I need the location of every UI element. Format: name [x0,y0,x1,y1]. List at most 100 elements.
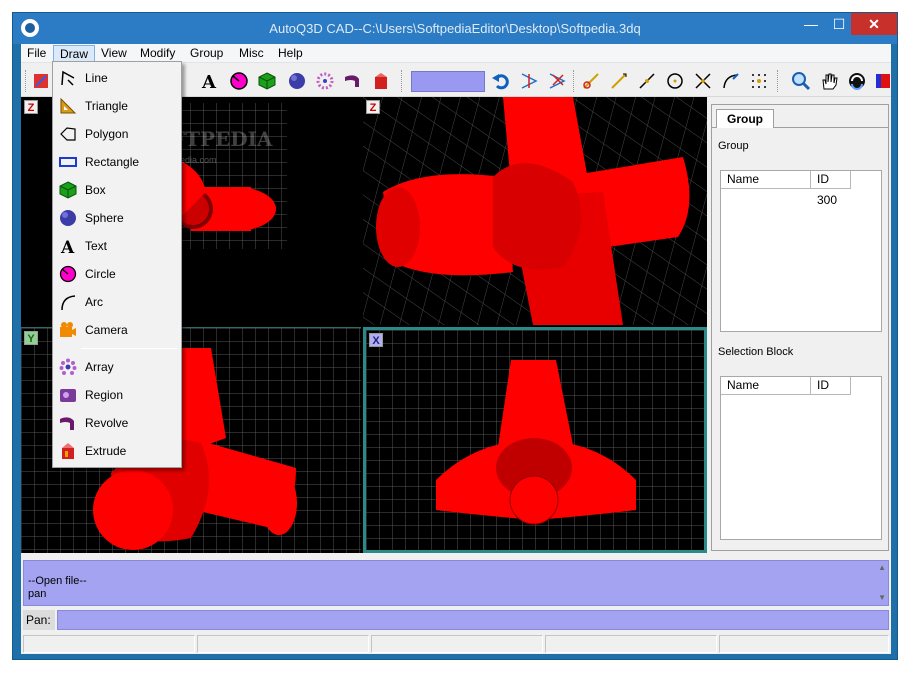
viewport-bottom-right[interactable]: X [363,327,707,553]
line-icon [61,70,75,86]
console-line: --Open file-- [28,575,87,587]
menu-item-label: Sphere [85,211,124,225]
toolbar-revolve-icon[interactable] [343,71,363,91]
menu-item-region[interactable]: Region [53,382,181,408]
status-bar [21,634,891,654]
menu-item-label: Circle [85,267,116,281]
menu-item-revolve[interactable]: Revolve [53,410,181,436]
rectangle-icon [59,157,77,167]
group-list[interactable]: Name ID 300 [720,170,882,332]
snap-tangent-icon[interactable] [721,71,741,91]
snap-midpoint-icon[interactable] [637,71,657,91]
menu-item-circle[interactable]: Circle [53,261,181,287]
snap-center-icon[interactable] [665,71,685,91]
command-bar: Pan: [23,610,889,630]
toolbar-box-icon[interactable] [257,71,277,91]
group-tab-body: Group Name ID 300 Selection Block Name I… [712,127,888,550]
new-file-icon[interactable] [31,71,51,91]
viewport-side-canvas [366,330,704,550]
menu-item-rectangle[interactable]: Rectangle [53,149,181,175]
menu-group[interactable]: Group [184,45,229,62]
group-col-id[interactable]: ID [811,171,851,189]
snap-intersection-icon[interactable] [693,71,713,91]
menu-draw[interactable]: Draw [53,45,96,62]
toolbar-array-icon[interactable] [315,71,335,91]
console-line: pan [28,588,47,600]
menu-modify[interactable]: Modify [134,45,181,62]
group-row-id[interactable]: 300 [817,193,837,207]
window-title: AutoQ3D CAD--C:\Users\SoftpediaEditor\De… [269,21,641,36]
menu-view[interactable]: View [95,45,133,62]
group-col-name[interactable]: Name [721,171,811,189]
menu-item-array[interactable]: Array [53,354,181,380]
snap-grid-icon[interactable] [749,71,769,91]
status-cell [371,635,543,653]
menu-item-label: Revolve [85,416,129,430]
toolbar-separator [573,70,576,92]
extrude-icon [62,443,74,459]
menu-item-label: Arc [85,295,103,309]
menu-item-label: Rectangle [85,155,140,169]
console-output[interactable]: --Open file-- pan ▲ ▼ [23,560,889,606]
menu-item-polygon[interactable]: Polygon [53,121,181,147]
pan-hand-icon[interactable] [819,71,839,91]
menu-item-camera[interactable]: Camera [53,317,181,343]
menu-item-label: Line [85,71,108,85]
mirror-copy-icon[interactable] [547,71,567,91]
status-cell [545,635,717,653]
selection-list[interactable]: Name ID [720,376,882,540]
undo-icon[interactable] [491,71,511,91]
minimize-button[interactable]: — [797,13,825,35]
scroll-up-icon[interactable]: ▲ [878,563,886,572]
color-picker[interactable] [411,71,485,92]
polygon-icon [60,127,76,141]
viewport-top-right[interactable]: Z [363,97,707,325]
title-bar[interactable]: AutoQ3D CAD--C:\Users\SoftpediaEditor\De… [13,13,897,44]
menu-misc[interactable]: Misc [233,45,270,62]
svg-text:A: A [201,72,217,91]
menu-item-arc[interactable]: Arc [53,289,181,315]
toolbar-sphere-icon[interactable] [287,71,307,91]
menu-item-line[interactable]: Line [53,65,181,91]
maximize-button[interactable]: ☐ [825,13,853,35]
viewport-axis-tag: X [369,333,383,347]
snap-line-icon[interactable] [609,71,629,91]
selection-block-label: Selection Block [718,346,794,358]
zoom-icon[interactable] [791,71,811,91]
scroll-down-icon[interactable]: ▼ [878,593,886,602]
snap-endpoint-icon[interactable] [581,71,601,91]
text-icon: A [60,238,75,255]
menu-item-triangle[interactable]: Triangle [53,93,181,119]
menu-item-label: Box [85,183,106,197]
circle-icon [59,265,77,283]
menu-help[interactable]: Help [272,45,309,62]
menu-file[interactable]: File [21,45,52,62]
render-icon[interactable] [873,71,893,91]
command-input[interactable] [57,610,889,630]
array-icon [59,358,77,375]
menu-item-label: Camera [85,323,128,337]
menu-item-sphere[interactable]: Sphere [53,205,181,231]
group-label: Group [718,140,749,152]
status-cell [719,635,889,653]
tab-group[interactable]: Group [716,109,774,128]
rotate-view-icon[interactable] [847,71,867,91]
toolbar-text-icon[interactable]: A [199,71,219,91]
svg-text:A: A [60,238,75,255]
menu-item-label: Array [85,360,114,374]
menu-item-box[interactable]: Box [53,177,181,203]
menu-item-label: Extrude [85,444,127,458]
selection-col-name[interactable]: Name [721,377,811,395]
selection-col-id[interactable]: ID [811,377,851,395]
menu-item-text[interactable]: A Text [53,233,181,259]
status-cell [23,635,195,653]
menu-item-label: Text [85,239,108,253]
toolbar-circle-icon[interactable] [229,71,249,91]
toolbar-extrude-icon[interactable] [371,71,391,91]
menu-item-extrude[interactable]: Extrude [53,438,181,464]
revolve-icon [60,417,74,430]
arc-icon [61,295,76,311]
group-panel: Group Name ID 300 Selection Block Name I… [711,104,889,551]
mirror-icon[interactable] [519,71,539,91]
close-button[interactable]: ✕ [851,13,897,35]
